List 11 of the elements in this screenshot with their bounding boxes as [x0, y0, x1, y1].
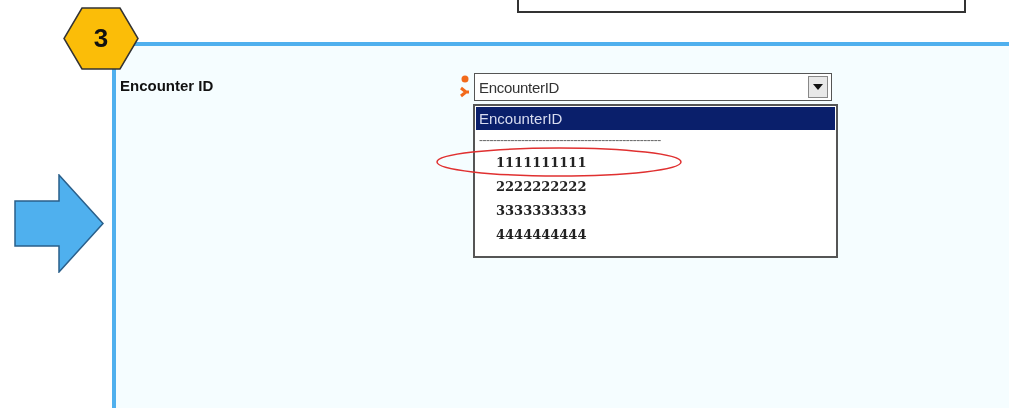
encounter-dropdown[interactable]: EncounterID	[474, 73, 832, 101]
dropdown-option[interactable]: EncounterID	[476, 107, 835, 130]
caret-icon	[813, 84, 823, 90]
dropdown-option[interactable]: 4444444444	[476, 222, 835, 246]
dropdown-option[interactable]: ----------------------------------------------------	[476, 130, 835, 150]
step-badge: 3	[63, 7, 139, 70]
dropdown-option[interactable]: 2222222222	[476, 174, 835, 198]
right-arrow-icon	[14, 174, 104, 273]
field-label: Encounter ID	[120, 77, 215, 94]
dropdown-option[interactable]: 1111111111	[476, 150, 835, 174]
dropdown-option[interactable]: 3333333333	[476, 198, 835, 222]
